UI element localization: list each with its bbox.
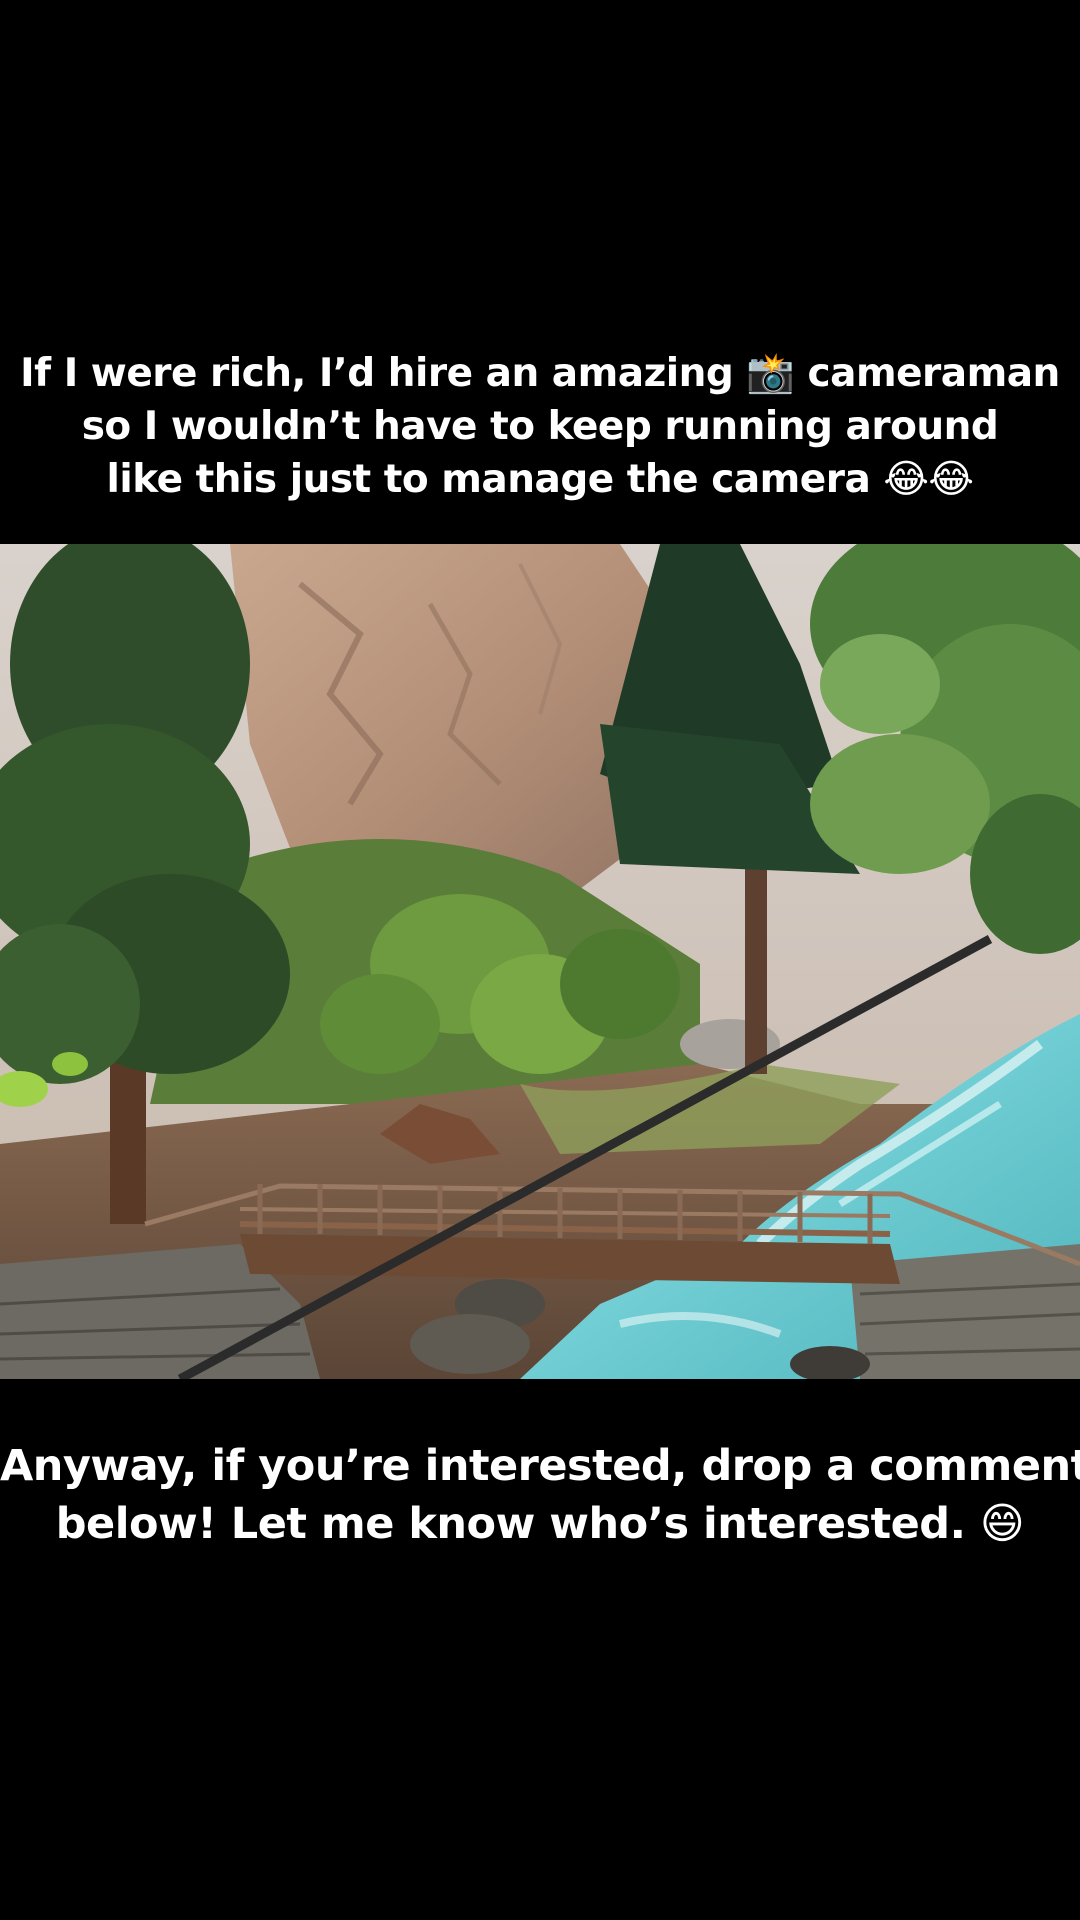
- top-caption-line: like this just to manage the camera 😂😂: [106, 457, 974, 502]
- mountain-river-footbridge-photo: [0, 544, 1080, 1379]
- bottom-caption-line: Anyway, if you’re interested, drop a com…: [0, 1441, 1080, 1491]
- bottom-caption-line: below! Let me know who’s interested. 😄: [55, 1499, 1025, 1549]
- bottom-caption: Anyway, if you’re interested, drop a com…: [0, 1437, 1080, 1553]
- top-caption-line: If I were rich, I’d hire an amazing 📸 ca…: [20, 351, 1060, 396]
- top-caption-line: so I wouldn’t have to keep running aroun…: [81, 404, 999, 449]
- top-caption: If I were rich, I’d hire an amazing 📸 ca…: [0, 347, 1080, 506]
- river-rock: [410, 1314, 530, 1374]
- video-frame: { "top_caption": { "lines": [ "If I were…: [0, 0, 1080, 1920]
